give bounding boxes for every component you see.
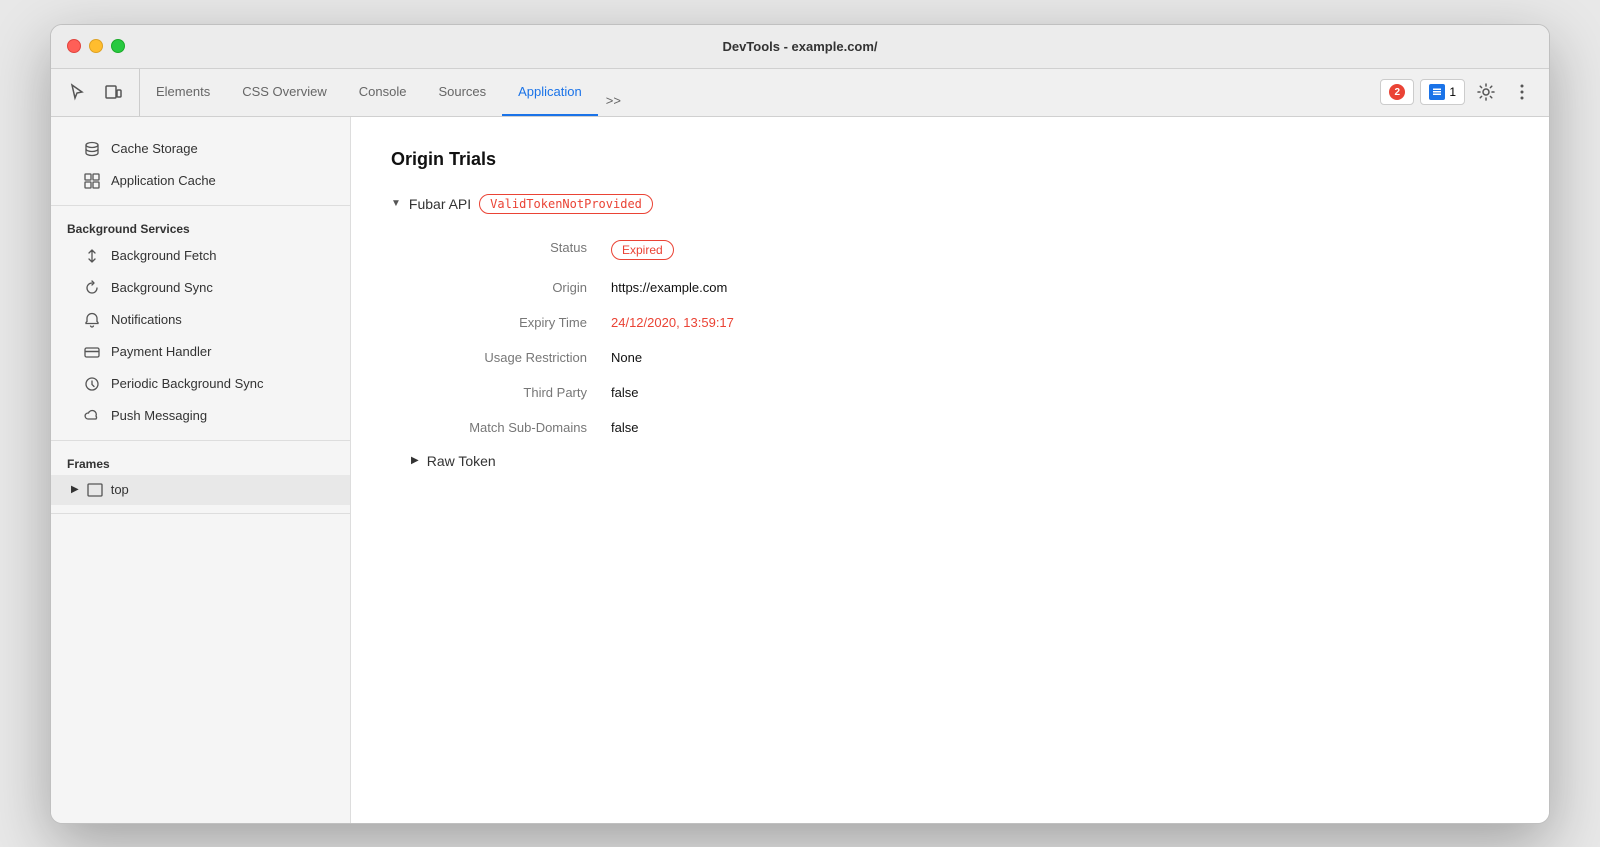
arrows-updown-icon	[83, 247, 101, 265]
info-badge-button[interactable]: 1	[1420, 79, 1465, 105]
more-tabs-button[interactable]: >>	[598, 85, 629, 116]
title-bar: DevTools - example.com/	[51, 25, 1549, 69]
third-party-value: false	[611, 375, 1509, 410]
raw-token-row[interactable]: ▶ Raw Token	[411, 453, 1509, 469]
frames-top-label: top	[111, 482, 129, 497]
periodic-background-sync-label: Periodic Background Sync	[111, 376, 263, 391]
trial-name: Fubar API	[409, 196, 471, 212]
usage-restriction-value: None	[611, 340, 1509, 375]
frames-section: Frames ▶ top	[51, 441, 350, 514]
toolbar-icons	[63, 69, 140, 116]
third-party-label: Third Party	[411, 375, 611, 410]
background-fetch-label: Background Fetch	[111, 248, 217, 263]
traffic-lights	[67, 39, 125, 53]
tabs: Elements CSS Overview Console Sources Ap…	[140, 69, 1372, 116]
token-badge: ValidTokenNotProvided	[479, 194, 653, 214]
info-icon	[1429, 84, 1445, 100]
sidebar-item-payment-handler[interactable]: Payment Handler	[51, 336, 350, 368]
settings-icon[interactable]	[1471, 77, 1501, 107]
match-subdomains-label: Match Sub-Domains	[411, 410, 611, 445]
notifications-label: Notifications	[111, 312, 182, 327]
background-sync-label: Background Sync	[111, 280, 213, 295]
cloud-icon	[83, 407, 101, 425]
expiry-value: 24/12/2020, 13:59:17	[611, 305, 1509, 340]
raw-token-label: Raw Token	[427, 453, 496, 469]
sidebar-item-background-fetch[interactable]: Background Fetch	[51, 240, 350, 272]
trial-expand-icon[interactable]: ▼	[391, 198, 401, 209]
tab-sources[interactable]: Sources	[422, 69, 502, 116]
tab-css-overview[interactable]: CSS Overview	[226, 69, 343, 116]
status-label: Status	[411, 230, 611, 270]
minimize-button[interactable]	[89, 39, 103, 53]
maximize-button[interactable]	[111, 39, 125, 53]
sidebar-item-top[interactable]: ▶ top	[51, 475, 350, 505]
devtools-window: DevTools - example.com/ Elements CSS Ove…	[50, 24, 1550, 824]
storage-section: Cache Storage Application Cache	[51, 125, 350, 206]
expired-badge: Expired	[611, 240, 674, 260]
error-count: 2	[1389, 84, 1405, 100]
info-count: 1	[1449, 85, 1456, 99]
trial-section: ▼ Fubar API ValidTokenNotProvided Status…	[391, 194, 1509, 469]
device-toggle-icon[interactable]	[99, 78, 127, 106]
sidebar-item-notifications[interactable]: Notifications	[51, 304, 350, 336]
card-icon	[83, 343, 101, 361]
content-area: Origin Trials ▼ Fubar API ValidTokenNotP…	[351, 117, 1549, 823]
background-services-section: Background Services Background Fetch	[51, 206, 350, 441]
grid-icon	[83, 172, 101, 190]
usage-restriction-label: Usage Restriction	[411, 340, 611, 375]
more-options-icon[interactable]	[1507, 77, 1537, 107]
main-content: Cache Storage Application Cache	[51, 117, 1549, 823]
sidebar-item-background-sync[interactable]: Background Sync	[51, 272, 350, 304]
close-button[interactable]	[67, 39, 81, 53]
match-subdomains-value: false	[611, 410, 1509, 445]
sidebar: Cache Storage Application Cache	[51, 117, 351, 823]
sidebar-item-application-cache[interactable]: Application Cache	[51, 165, 350, 197]
bell-icon	[83, 311, 101, 329]
status-value: Expired	[611, 230, 1509, 270]
raw-token-arrow-icon: ▶	[411, 455, 419, 466]
cursor-icon[interactable]	[63, 78, 91, 106]
background-services-title: Background Services	[51, 214, 350, 240]
tab-application[interactable]: Application	[502, 69, 598, 116]
frame-icon	[87, 482, 103, 498]
error-badge-button[interactable]: 2	[1380, 79, 1414, 105]
tab-bar-right: 2 1	[1372, 69, 1537, 116]
sidebar-item-cache-storage[interactable]: Cache Storage	[51, 133, 350, 165]
payment-handler-label: Payment Handler	[111, 344, 211, 359]
database-icon	[83, 140, 101, 158]
page-title: Origin Trials	[391, 149, 1509, 170]
tab-console[interactable]: Console	[343, 69, 423, 116]
sidebar-item-push-messaging[interactable]: Push Messaging	[51, 400, 350, 432]
tab-bar: Elements CSS Overview Console Sources Ap…	[51, 69, 1549, 117]
trial-header: ▼ Fubar API ValidTokenNotProvided	[391, 194, 1509, 214]
window-title: DevTools - example.com/	[722, 39, 877, 54]
expiry-label: Expiry Time	[411, 305, 611, 340]
frames-arrow-icon: ▶	[71, 484, 79, 495]
frames-title: Frames	[51, 449, 350, 475]
sidebar-item-periodic-background-sync[interactable]: Periodic Background Sync	[51, 368, 350, 400]
trial-details: Status Expired Origin https://example.co…	[411, 230, 1509, 445]
push-messaging-label: Push Messaging	[111, 408, 207, 423]
clock-icon	[83, 375, 101, 393]
origin-value: https://example.com	[611, 270, 1509, 305]
sync-icon	[83, 279, 101, 297]
origin-label: Origin	[411, 270, 611, 305]
application-cache-label: Application Cache	[111, 173, 216, 188]
cache-storage-label: Cache Storage	[111, 141, 198, 156]
tab-elements[interactable]: Elements	[140, 69, 226, 116]
